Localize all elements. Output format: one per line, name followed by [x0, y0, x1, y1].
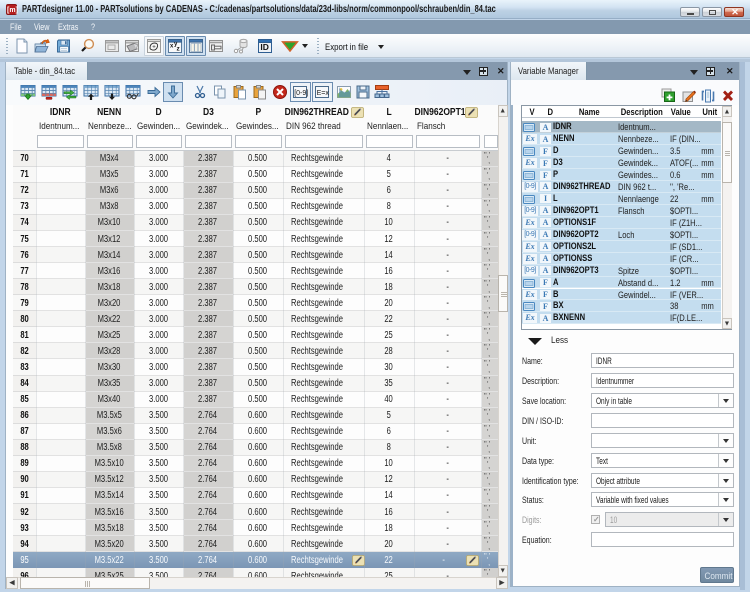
svg-text:[0-9]: [0-9]: [294, 90, 308, 97]
svg-text:ID: ID: [260, 42, 269, 52]
svg-text:E=x: E=x: [317, 90, 330, 97]
